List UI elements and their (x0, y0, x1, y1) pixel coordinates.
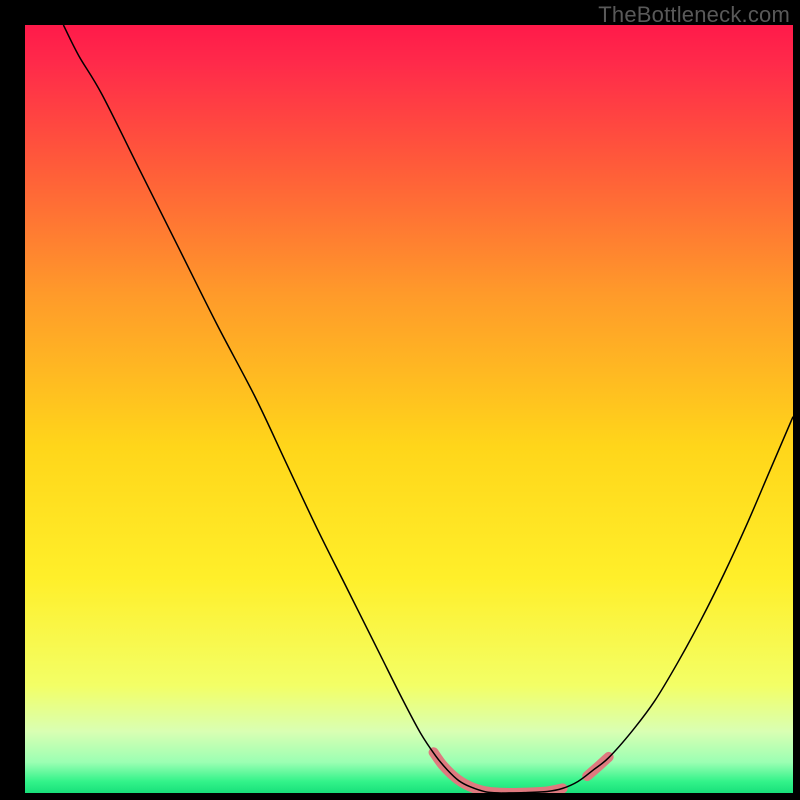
chart-frame: { "watermark": "TheBottleneck.com", "plo… (0, 0, 800, 800)
bottleneck-chart (0, 0, 800, 800)
watermark-label: TheBottleneck.com (598, 2, 790, 28)
plot-background (25, 25, 793, 793)
